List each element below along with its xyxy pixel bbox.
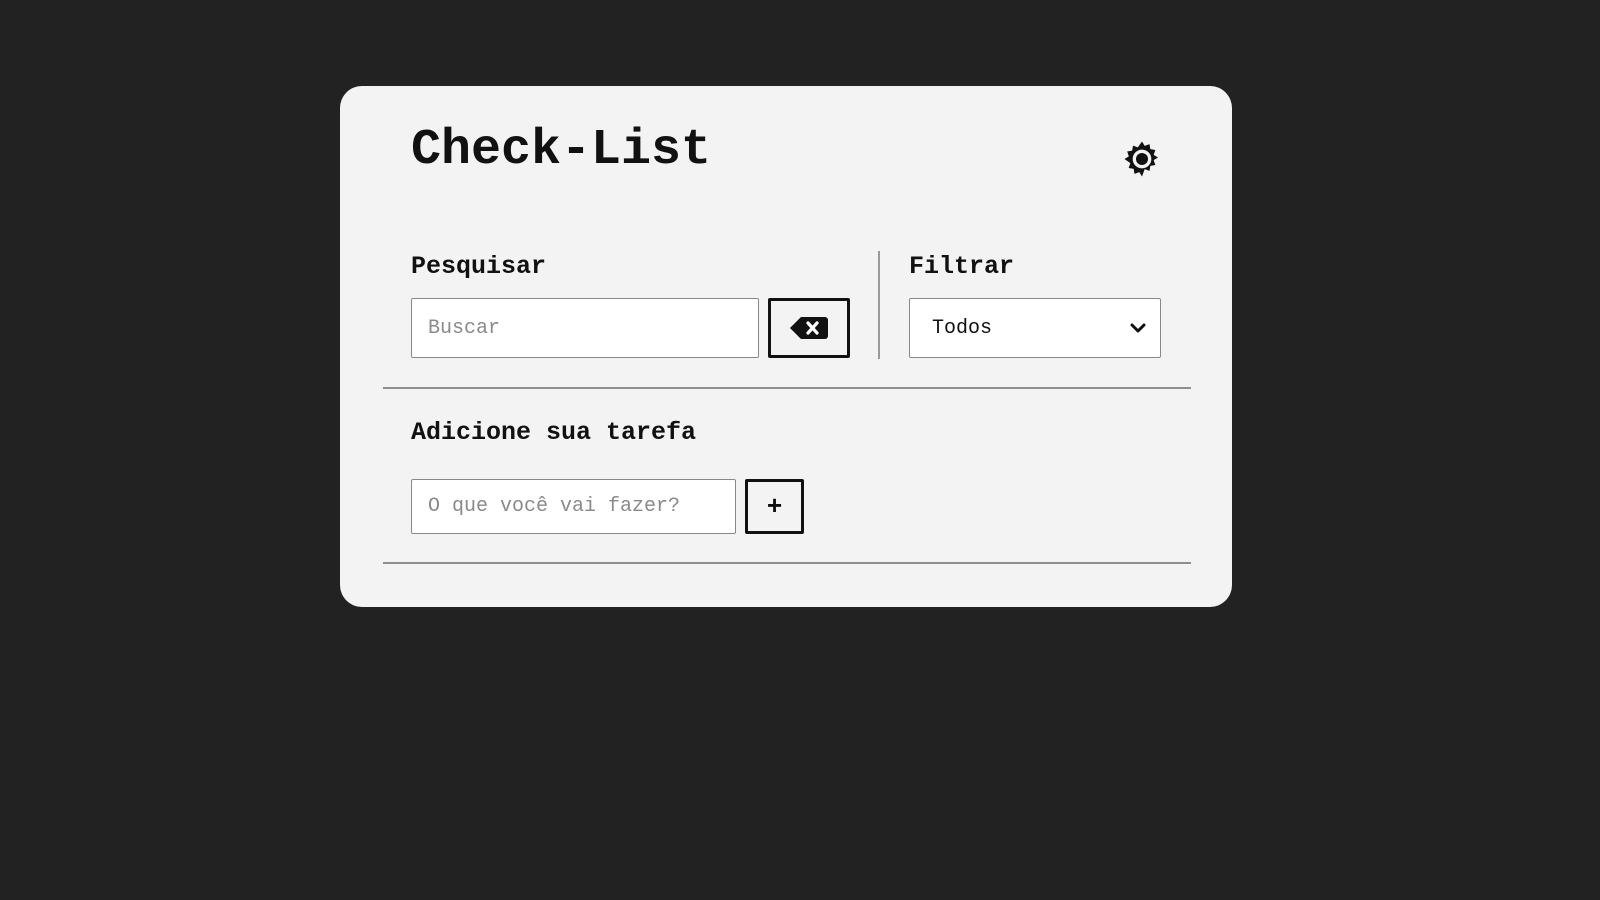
- add-task-label: Adicione sua tarefa: [411, 418, 697, 447]
- page-title: Check-List: [411, 122, 712, 179]
- chevron-down-icon: [1130, 323, 1146, 333]
- search-label: Pesquisar: [411, 252, 547, 281]
- gear-icon[interactable]: [1122, 139, 1162, 179]
- horizontal-divider: [383, 562, 1191, 564]
- filter-select[interactable]: Todos: [909, 298, 1161, 358]
- search-input[interactable]: [411, 298, 759, 358]
- task-input[interactable]: [411, 479, 736, 534]
- vertical-divider: [878, 251, 880, 359]
- horizontal-divider: [383, 387, 1191, 389]
- filter-label: Filtrar: [909, 252, 1015, 281]
- backspace-icon: [790, 317, 828, 339]
- filter-selected-value: Todos: [932, 316, 993, 340]
- add-task-button[interactable]: +: [745, 479, 804, 534]
- checklist-card: Check-List Pesquisar Filtrar Todos Adici…: [340, 86, 1232, 607]
- clear-search-button[interactable]: [768, 298, 850, 358]
